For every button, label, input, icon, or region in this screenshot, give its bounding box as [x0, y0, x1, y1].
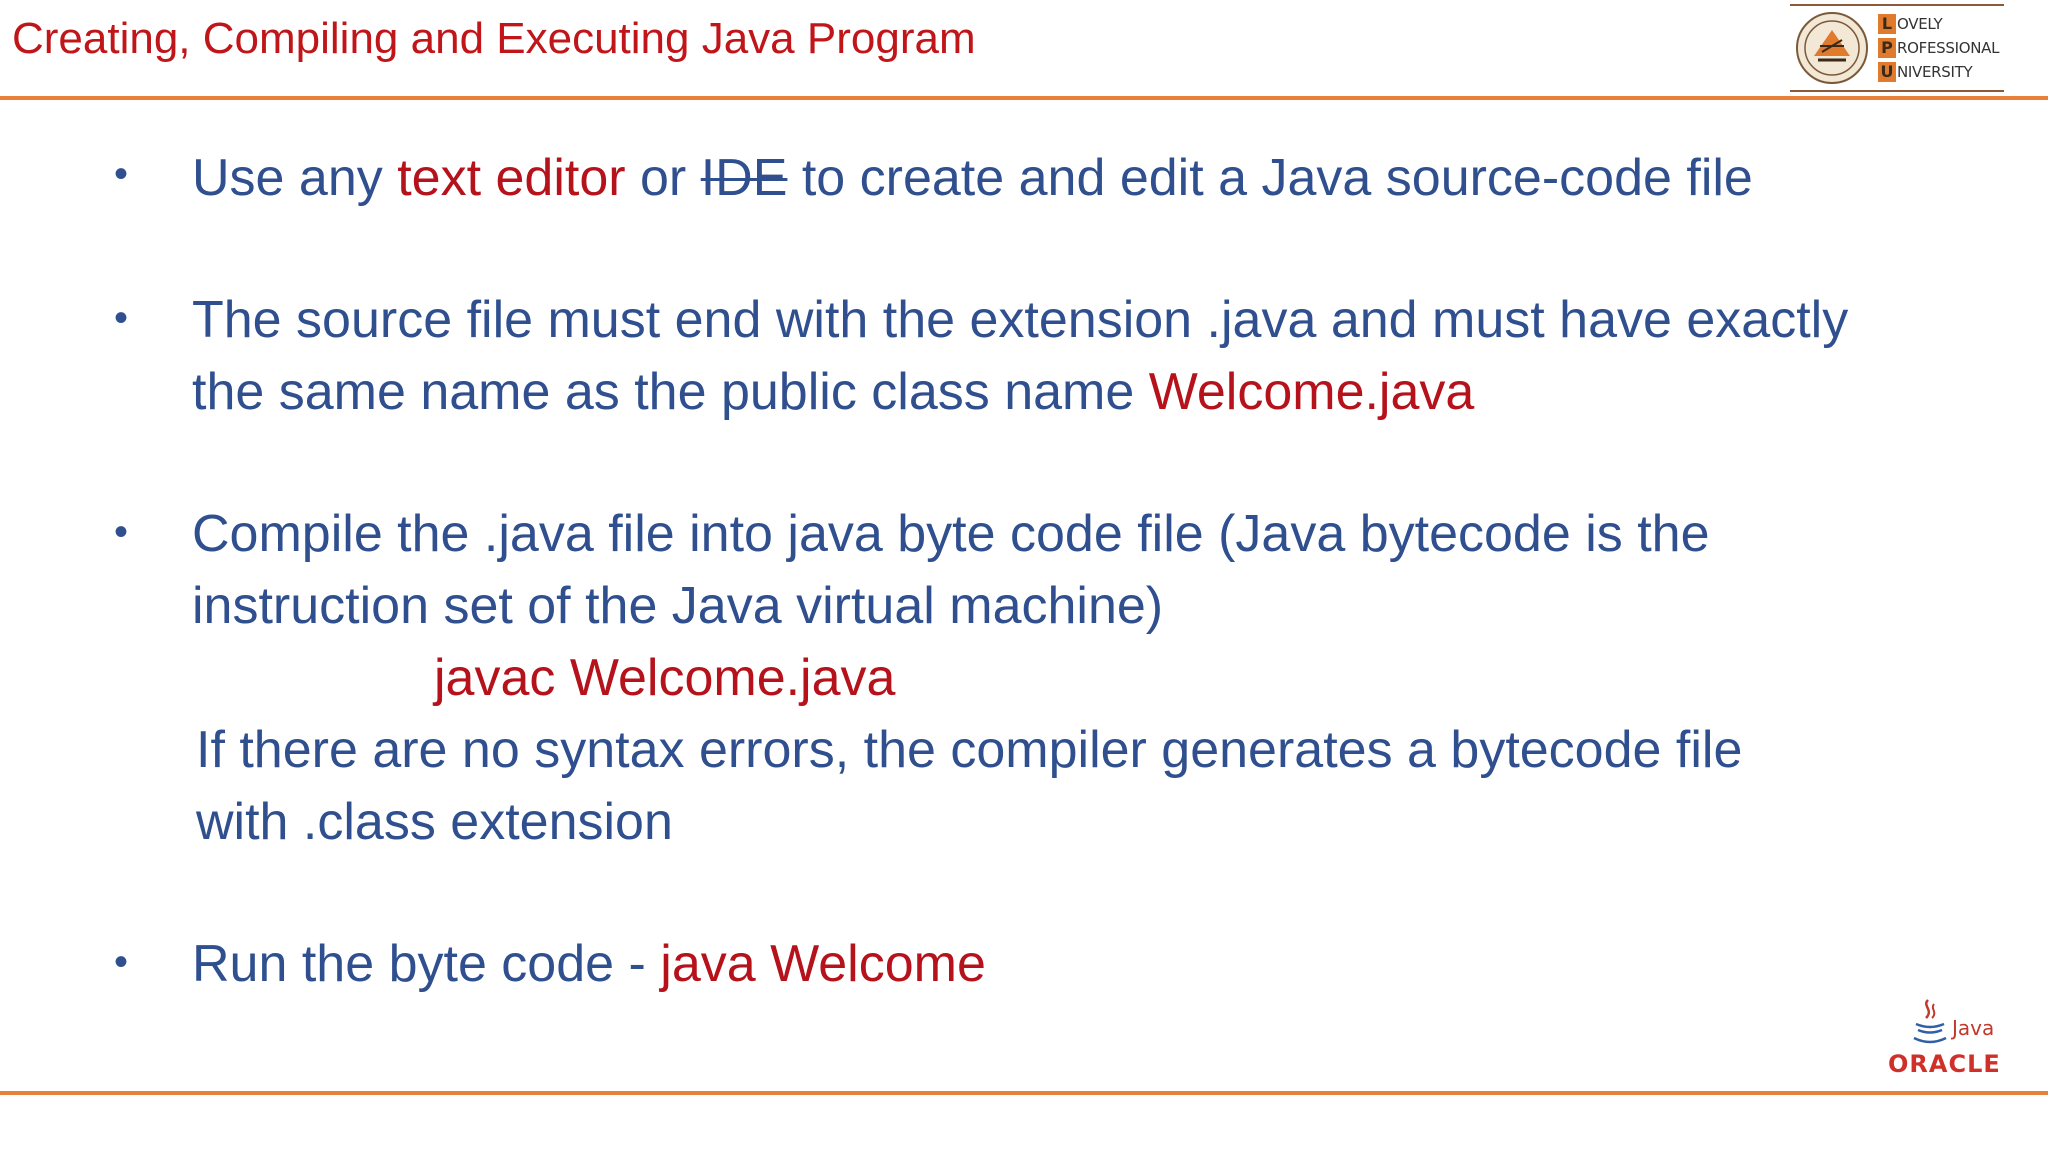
bullet-4-text: Run the byte code - java Welcome	[192, 934, 986, 994]
bullet-dot: •	[114, 510, 129, 554]
java-oracle-logo: Java ORACLE	[1884, 996, 2022, 1082]
bullet-3-line-1: Compile the .java file into java byte co…	[192, 505, 1710, 563]
bullet-2-line-2: the same name as the public class name W…	[192, 362, 1474, 422]
bullet-dot: •	[114, 152, 129, 196]
java-wordmark: Java	[1952, 1016, 1995, 1040]
slide-content: • Use any text editor or IDE to create a…	[0, 0, 2048, 1152]
text-editor-highlight: text editor	[397, 149, 626, 207]
java-welcome-highlight: java Welcome	[660, 935, 986, 993]
footer-divider	[0, 1091, 2048, 1095]
bullet-dot: •	[114, 940, 129, 984]
welcome-java-highlight: Welcome.java	[1148, 363, 1475, 421]
oracle-wordmark: ORACLE	[1888, 1050, 2001, 1078]
ide-struck: IDE	[700, 149, 788, 207]
bullet-1-text: Use any text editor or IDE to create and…	[192, 148, 1753, 208]
text-span: Run the byte code -	[192, 935, 661, 993]
slide: Creating, Compiling and Executing Java P…	[0, 0, 2048, 1152]
text-span: the same name as the public class name	[192, 363, 1149, 421]
text-span: to create and edit a Java source-code fi…	[787, 149, 1753, 207]
bullet-dot: •	[114, 296, 129, 340]
text-span: Use any	[192, 149, 398, 207]
text-span: or	[625, 149, 701, 207]
bullet-3-note-2: with .class extension	[196, 793, 673, 851]
java-cup-icon	[1913, 999, 1947, 1044]
javac-command: javac Welcome.java	[434, 649, 896, 707]
bullet-2-line-1: The source file must end with the extens…	[192, 291, 1849, 349]
bullet-3-line-2: instruction set of the Java virtual mach…	[192, 577, 1164, 635]
bullet-3-note-1: If there are no syntax errors, the compi…	[196, 721, 1743, 779]
